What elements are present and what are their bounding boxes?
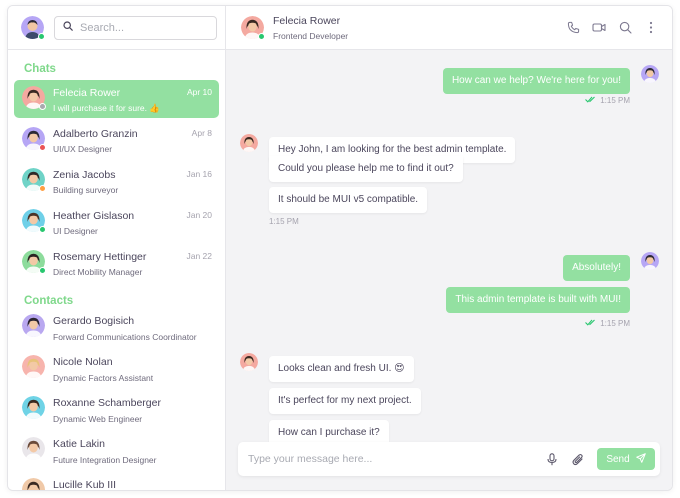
search-icon xyxy=(63,21,73,34)
contact-list-item[interactable]: Nicole Nolan Dynamic Factors Assistant xyxy=(8,351,225,392)
chat-date: Jan 22 xyxy=(186,251,212,261)
phone-icon[interactable] xyxy=(566,21,580,35)
avatar xyxy=(22,209,46,233)
status-away-dot xyxy=(39,185,46,192)
avatar xyxy=(22,355,45,378)
status-online-dot xyxy=(39,226,46,233)
message-bubble-outgoing: Absolutely! xyxy=(563,255,630,281)
video-icon[interactable] xyxy=(592,21,606,35)
status-busy-dot xyxy=(39,144,46,151)
message-bubble-outgoing: This admin template is built with MUI! xyxy=(446,287,630,313)
send-button[interactable]: Send xyxy=(597,448,655,470)
message-list[interactable]: How can we help? We're here for you! 1:1… xyxy=(226,50,672,490)
contact-list-role: Future Integration Designer xyxy=(53,455,157,465)
chat-list-item[interactable]: Adalberto Granzin UI/UX Designer Apr 8 xyxy=(14,121,219,159)
contact-list-role: Forward Communications Coordinator xyxy=(53,332,197,342)
avatar xyxy=(22,168,46,192)
conversation-header: Felecia Rower Frontend Developer xyxy=(226,6,672,50)
my-avatar[interactable] xyxy=(21,16,45,40)
avatar xyxy=(22,314,45,337)
avatar xyxy=(240,134,258,152)
status-offline-dot xyxy=(39,103,46,110)
chat-date: Apr 8 xyxy=(191,128,212,138)
avatar xyxy=(22,396,45,419)
chat-preview: UI Designer xyxy=(53,226,98,236)
message-bubble-incoming: Could you please help me to find it out? xyxy=(269,156,463,182)
chat-list: Felecia Rower I will purchase it for sure… xyxy=(8,80,225,282)
chat-preview: Direct Mobility Manager xyxy=(53,267,143,277)
contact-avatar[interactable] xyxy=(241,16,265,40)
message-bubble-incoming: It should be MUI v5 compatible. xyxy=(269,187,428,213)
send-icon xyxy=(635,452,646,466)
message-bubble-incoming: It's perfect for my next project. xyxy=(269,388,421,414)
contact-list-name: Lucille Kub III xyxy=(53,479,117,490)
avatar xyxy=(22,437,45,460)
chat-app: Chats Felecia RowerI will purchase it fo… xyxy=(7,5,673,491)
contact-list-name: Katie Lakin xyxy=(53,438,105,450)
double-check-icon xyxy=(585,319,596,328)
chat-list-item[interactable]: Zenia Jacobs Building surveyor Jan 16 xyxy=(14,162,219,200)
chat-list-item[interactable]: Felecia Rower I will purchase it for sure… xyxy=(14,80,219,118)
timestamp-text: 1:15 PM xyxy=(600,319,630,328)
status-online-dot xyxy=(258,33,265,40)
chat-list-item[interactable]: Rosemary Hettinger Direct Mobility Manage… xyxy=(14,244,219,282)
contact-list-name: Roxanne Schamberger xyxy=(53,397,161,409)
my-message-avatar xyxy=(641,65,659,83)
contact-list-role: Dynamic Web Engineer xyxy=(53,414,143,424)
chat-date: Jan 16 xyxy=(186,169,212,179)
status-online-dot xyxy=(39,267,46,274)
avatar xyxy=(22,127,46,151)
message-timestamp: 1:15 PM xyxy=(585,319,630,328)
message-timestamp: 1:15 PM xyxy=(269,217,299,226)
contact-list-item[interactable]: Roxanne Schamberger Dynamic Web Engineer xyxy=(8,392,225,433)
status-online-dot xyxy=(38,33,45,40)
avatar xyxy=(240,353,258,371)
contact-list-item[interactable]: Katie Lakin Future Integration Designer xyxy=(8,433,225,474)
message-bubble-incoming: Looks clean and fresh UI. 😍 xyxy=(269,356,414,382)
message-composer: Send xyxy=(238,442,660,476)
contacts-section-title: Contacts xyxy=(24,295,74,307)
sidebar-header xyxy=(8,6,225,50)
timestamp-text: 1:15 PM xyxy=(600,96,630,105)
contact-list: Gerardo Bogisich Forward Communications C… xyxy=(8,310,225,490)
chat-sidebar: Chats Felecia RowerI will purchase it fo… xyxy=(8,6,226,490)
avatar xyxy=(22,250,46,274)
message-timestamp: 1:15 PM xyxy=(585,96,630,105)
chat-preview: Building surveyor xyxy=(53,185,119,195)
avatar xyxy=(22,478,45,490)
message-bubble-outgoing: How can we help? We're here for you! xyxy=(442,68,630,94)
contact-list-item[interactable]: Gerardo Bogisich Forward Communications C… xyxy=(8,310,225,351)
chat-date: Jan 20 xyxy=(186,210,212,220)
send-button-label: Send xyxy=(606,453,630,465)
more-vertical-icon[interactable] xyxy=(644,21,658,35)
chat-preview: I will purchase it for sure. 👍 xyxy=(53,103,160,113)
search-input[interactable] xyxy=(80,21,208,34)
contact-message-avatar xyxy=(240,134,258,152)
chat-preview: UI/UX Designer xyxy=(53,144,113,154)
message-input[interactable] xyxy=(248,453,545,465)
avatar xyxy=(641,252,659,270)
double-check-icon xyxy=(585,96,596,105)
avatar xyxy=(22,86,46,110)
contact-list-item[interactable]: Lucille Kub III xyxy=(8,474,225,490)
microphone-icon[interactable] xyxy=(545,452,559,466)
search-box[interactable] xyxy=(54,15,217,40)
chat-date: Apr 10 xyxy=(186,87,212,97)
chat-list-item[interactable]: Heather Gislason UI Designer Jan 20 xyxy=(14,203,219,241)
conversation-actions xyxy=(566,21,658,35)
chat-main: Felecia Rower Frontend Developer How can… xyxy=(226,6,672,490)
contact-role: Frontend Developer xyxy=(273,30,349,41)
avatar xyxy=(641,65,659,83)
contact-list-role: Dynamic Factors Assistant xyxy=(53,373,154,383)
paperclip-icon[interactable] xyxy=(571,452,585,466)
contact-list-name: Nicole Nolan xyxy=(53,356,113,368)
contact-message-avatar xyxy=(240,353,258,371)
contact-name[interactable]: Felecia Rower xyxy=(273,15,566,28)
chats-section-title: Chats xyxy=(24,63,56,75)
my-message-avatar xyxy=(641,252,659,270)
search-icon[interactable] xyxy=(618,21,632,35)
contact-list-name: Gerardo Bogisich xyxy=(53,315,135,327)
